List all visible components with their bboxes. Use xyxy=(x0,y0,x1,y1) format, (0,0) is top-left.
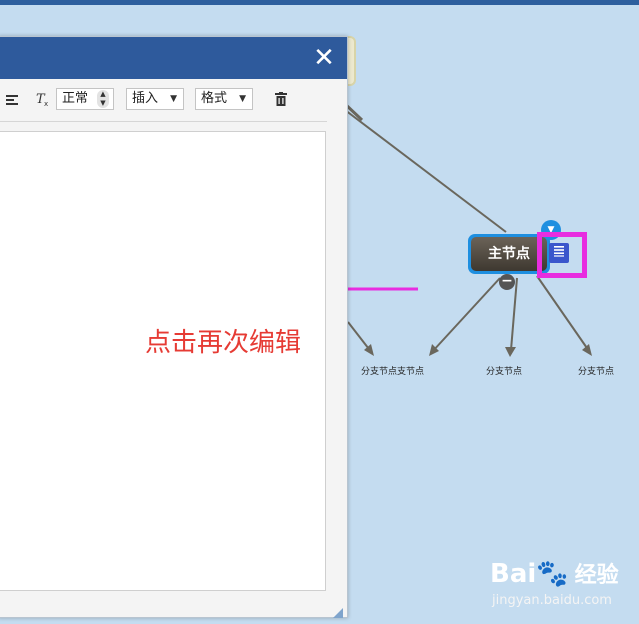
branch-node[interactable]: 分支节点支节点 xyxy=(361,364,424,377)
watermark-logo: Bai🐾 经验 xyxy=(490,557,619,589)
paragraph-style-value: 正常 xyxy=(62,91,89,106)
clear-format-icon[interactable]: Tx xyxy=(32,91,52,111)
branch-edge xyxy=(536,275,590,352)
watermark: Bai🐾 经验 jingyan.baidu.com xyxy=(490,557,619,608)
main-node-label: 主节点 xyxy=(471,237,547,271)
note-editor-area[interactable] xyxy=(0,131,326,591)
dialog-header: ✕ xyxy=(0,37,347,79)
align-left-icon[interactable] xyxy=(3,91,23,111)
chevron-down-icon: ▼ xyxy=(239,94,246,104)
branch-arrow xyxy=(505,347,516,357)
format-menu-label: 格式 xyxy=(201,91,228,106)
branch-node[interactable]: 分支节点 xyxy=(578,364,614,377)
watermark-url: jingyan.baidu.com xyxy=(492,593,612,608)
trash-icon[interactable] xyxy=(271,91,291,111)
resize-grip-icon[interactable] xyxy=(333,603,343,618)
toolbar-divider xyxy=(0,121,327,122)
paw-icon: 🐾 xyxy=(536,559,569,589)
branch-arrow xyxy=(582,344,592,356)
collapse-icon[interactable]: − xyxy=(499,274,515,290)
svg-text:x: x xyxy=(44,100,48,107)
branch-node[interactable]: 分支节点 xyxy=(486,364,522,377)
editor-toolbar: Tx 正常 ▲ ▼ 插入 ▼ 格式 ▼ xyxy=(0,85,329,117)
insert-menu[interactable]: 插入 ▼ xyxy=(126,88,184,110)
branch-edge xyxy=(431,277,501,353)
connector-line xyxy=(344,109,507,233)
spinner-arrows-icon: ▲ ▼ xyxy=(97,90,109,108)
annotation-text: 点击再次编辑 xyxy=(145,328,302,358)
insert-menu-label: 插入 xyxy=(132,91,159,106)
chevron-down-icon: ▼ xyxy=(170,94,177,104)
watermark-brand: Bai xyxy=(490,559,537,589)
close-icon[interactable]: ✕ xyxy=(309,43,339,73)
watermark-brand-right: 经验 xyxy=(574,563,619,588)
note-icon[interactable] xyxy=(549,243,569,263)
paragraph-style-select[interactable]: 正常 ▲ ▼ xyxy=(56,88,114,110)
format-menu[interactable]: 格式 ▼ xyxy=(195,88,253,110)
